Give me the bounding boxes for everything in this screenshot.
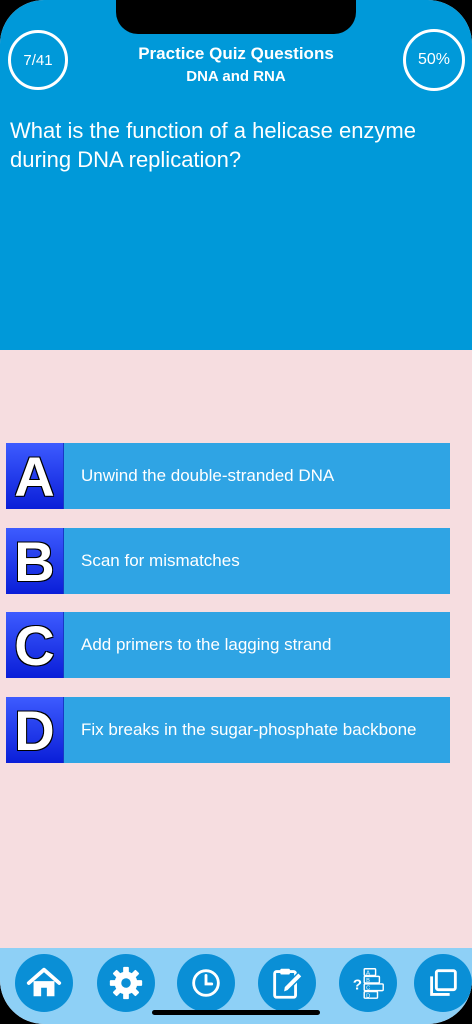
svg-text:C: C [366,986,370,992]
copy-icon [430,969,457,996]
answer-text-a: Unwind the double-stranded DNA [81,466,335,485]
quiz-list-button[interactable]: ? A B C D [339,954,397,1012]
home-icon [26,967,62,997]
answer-text-b: Scan for mismatches [81,551,240,570]
quiz-screen: 7/41 50% Practice Quiz Questions DNA and… [0,0,472,1024]
answer-text-d: Fix breaks in the sugar-phosphate backbo… [81,720,417,739]
svg-text:D: D [366,993,370,999]
answer-option-c[interactable]: C Add primers to the lagging strand [6,612,450,678]
edit-icon [273,968,304,999]
device-notch [116,0,356,34]
gear-icon [109,966,143,1000]
answer-text-c: Add primers to the lagging strand [81,635,332,654]
settings-button[interactable] [97,954,155,1012]
home-button[interactable] [15,954,73,1012]
notes-button[interactable] [258,954,316,1012]
answer-letter-a: A [6,443,64,509]
question-header: 7/41 50% Practice Quiz Questions DNA and… [0,0,472,350]
answer-option-a[interactable]: A Unwind the double-stranded DNA [6,443,450,509]
answer-letter-d: D [6,697,64,763]
copy-button[interactable] [414,954,472,1012]
quiz-title: Practice Quiz Questions [138,44,334,63]
answer-option-d[interactable]: D Fix breaks in the sugar-phosphate back… [6,697,450,763]
home-indicator[interactable] [152,1010,320,1015]
quiz-list-icon: ? A B C D [353,968,384,999]
answer-letter-c: C [6,612,64,678]
clock-icon [192,969,220,997]
answer-option-b[interactable]: B Scan for mismatches [6,528,450,594]
svg-text:?: ? [353,977,362,994]
answer-letter-b: B [6,528,64,594]
quiz-subtitle: DNA and RNA [186,68,286,85]
question-text: What is the function of a helicase enzym… [10,118,416,172]
timer-button[interactable] [177,954,235,1012]
svg-text:A: A [366,970,370,976]
svg-text:B: B [366,978,370,984]
